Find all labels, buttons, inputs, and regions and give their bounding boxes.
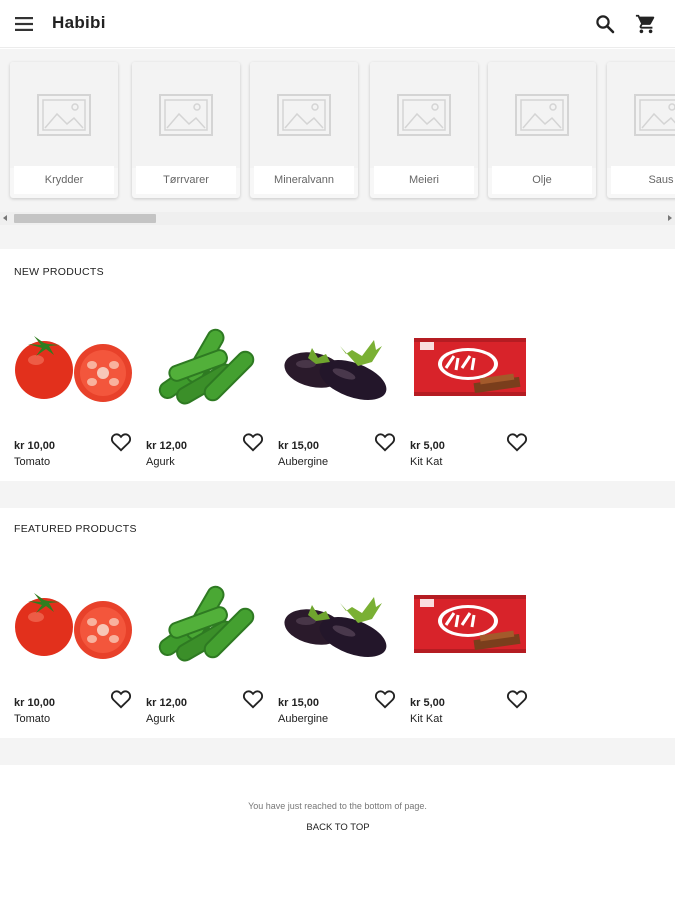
app-title: Habibi bbox=[52, 13, 106, 32]
new-products-section: NEW PRODUCTS kr 10,00 Tomato kr 12,00 Ag… bbox=[0, 251, 675, 481]
product-price: kr 15,00 bbox=[278, 697, 319, 709]
product-card[interactable]: kr 15,00 Aubergine bbox=[278, 318, 402, 468]
category-strip: Krydder Tørrvarer Mineralvann Meieri Olj… bbox=[10, 62, 675, 202]
product-card[interactable]: kr 15,00 Aubergine bbox=[278, 575, 402, 725]
category-label: Tørrvarer bbox=[136, 166, 236, 194]
product-name: Tomato bbox=[14, 456, 51, 468]
section-divider bbox=[0, 738, 675, 765]
category-card[interactable]: Mineralvann bbox=[250, 62, 358, 198]
image-placeholder-icon bbox=[37, 94, 91, 136]
menu-button[interactable] bbox=[13, 14, 35, 34]
category-image bbox=[132, 62, 240, 168]
heart-outline-icon bbox=[374, 690, 396, 709]
eggplant-image bbox=[284, 597, 387, 657]
product-card[interactable]: kr 10,00 Tomato bbox=[14, 575, 138, 725]
product-card[interactable]: kr 5,00 Kit Kat bbox=[410, 318, 534, 468]
heart-outline-icon bbox=[110, 433, 132, 452]
tomato-image bbox=[15, 593, 132, 659]
scrollbar-thumb[interactable] bbox=[14, 214, 156, 223]
product-name: Agurk bbox=[146, 456, 175, 468]
image-placeholder-icon bbox=[634, 94, 675, 136]
category-image bbox=[10, 62, 118, 168]
heart-outline-icon bbox=[242, 690, 264, 709]
favorite-button[interactable] bbox=[110, 689, 132, 709]
cart-button[interactable] bbox=[635, 13, 657, 35]
cart-icon bbox=[635, 14, 655, 34]
favorite-button[interactable] bbox=[242, 432, 264, 452]
category-label: Olje bbox=[492, 166, 592, 194]
back-to-top-button[interactable]: BACK TO TOP bbox=[298, 822, 378, 833]
category-label: Mineralvann bbox=[254, 166, 354, 194]
cucumber-image bbox=[158, 585, 255, 662]
category-label: Krydder bbox=[14, 166, 114, 194]
category-card[interactable]: Meieri bbox=[370, 62, 478, 198]
menu-icon bbox=[15, 17, 33, 31]
horizontal-scrollbar[interactable] bbox=[0, 212, 675, 225]
image-placeholder-icon bbox=[515, 94, 569, 136]
featured-products-section: FEATURED PRODUCTS kr 10,00 Tomato kr 12,… bbox=[0, 508, 675, 738]
product-price: kr 10,00 bbox=[14, 440, 55, 452]
category-label: Saus bbox=[611, 166, 675, 194]
image-placeholder-icon bbox=[159, 94, 213, 136]
product-price: kr 10,00 bbox=[14, 697, 55, 709]
section-divider bbox=[0, 481, 675, 508]
section-title: FEATURED PRODUCTS bbox=[14, 523, 137, 535]
product-price: kr 12,00 bbox=[146, 697, 187, 709]
favorite-button[interactable] bbox=[110, 432, 132, 452]
category-image bbox=[607, 62, 675, 168]
favorite-button[interactable] bbox=[374, 689, 396, 709]
eggplant-image bbox=[284, 340, 387, 400]
search-button[interactable] bbox=[594, 13, 616, 35]
category-carousel: Krydder Tørrvarer Mineralvann Meieri Olj… bbox=[0, 49, 675, 249]
favorite-button[interactable] bbox=[242, 689, 264, 709]
product-price: kr 15,00 bbox=[278, 440, 319, 452]
category-image bbox=[250, 62, 358, 168]
category-image bbox=[488, 62, 596, 168]
scroll-left-arrow-icon[interactable] bbox=[3, 215, 7, 221]
end-of-page-message: You have just reached to the bottom of p… bbox=[248, 801, 427, 811]
product-card[interactable]: kr 12,00 Agurk bbox=[146, 318, 270, 468]
app-bar: Habibi bbox=[0, 0, 675, 48]
category-card[interactable]: Olje bbox=[488, 62, 596, 198]
product-name: Kit Kat bbox=[410, 713, 443, 725]
kitkat-image bbox=[414, 338, 526, 396]
product-card[interactable]: kr 10,00 Tomato bbox=[14, 318, 138, 468]
product-name: Agurk bbox=[146, 713, 175, 725]
favorite-button[interactable] bbox=[506, 689, 528, 709]
cucumber-image bbox=[158, 328, 255, 405]
favorite-button[interactable] bbox=[506, 432, 528, 452]
product-price: kr 5,00 bbox=[410, 440, 445, 452]
favorite-button[interactable] bbox=[374, 432, 396, 452]
category-card[interactable]: Saus bbox=[607, 62, 675, 198]
product-price: kr 5,00 bbox=[410, 697, 445, 709]
scroll-right-arrow-icon[interactable] bbox=[668, 215, 672, 221]
category-label: Meieri bbox=[374, 166, 474, 194]
product-name: Tomato bbox=[14, 713, 51, 725]
product-name: Aubergine bbox=[278, 456, 329, 468]
heart-outline-icon bbox=[506, 690, 528, 709]
heart-outline-icon bbox=[110, 690, 132, 709]
heart-outline-icon bbox=[242, 433, 264, 452]
image-placeholder-icon bbox=[397, 94, 451, 136]
category-image bbox=[370, 62, 478, 168]
tomato-image bbox=[15, 336, 132, 402]
product-card[interactable]: kr 12,00 Agurk bbox=[146, 575, 270, 725]
product-card[interactable]: kr 5,00 Kit Kat bbox=[410, 575, 534, 725]
image-placeholder-icon bbox=[277, 94, 331, 136]
product-price: kr 12,00 bbox=[146, 440, 187, 452]
product-name: Kit Kat bbox=[410, 456, 443, 468]
section-title: NEW PRODUCTS bbox=[14, 266, 104, 278]
heart-outline-icon bbox=[506, 433, 528, 452]
category-card[interactable]: Krydder bbox=[10, 62, 118, 198]
search-icon bbox=[596, 15, 615, 34]
kitkat-image bbox=[414, 595, 526, 653]
product-name: Aubergine bbox=[278, 713, 329, 725]
heart-outline-icon bbox=[374, 433, 396, 452]
category-card[interactable]: Tørrvarer bbox=[132, 62, 240, 198]
